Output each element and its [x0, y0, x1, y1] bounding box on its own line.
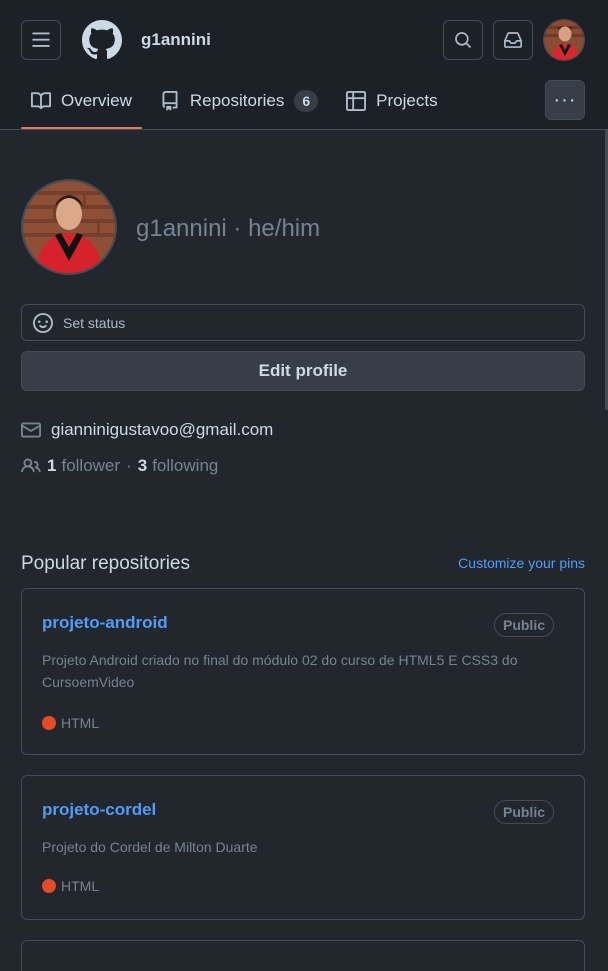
repo-description: Projeto Android criado no final do módul…	[42, 652, 518, 690]
popular-repositories-heading: Popular repositories	[21, 553, 190, 574]
language-color-dot	[42, 879, 56, 893]
book-icon	[31, 92, 51, 110]
inbox-icon	[504, 32, 522, 48]
tab-overview-label: Overview	[61, 91, 132, 110]
followers-label: follower	[61, 456, 121, 475]
set-status-button[interactable]: Set status	[21, 304, 585, 341]
following-label: following	[152, 456, 219, 475]
smiley-icon	[33, 312, 53, 333]
people-icon	[21, 458, 41, 473]
app-header: g1annini Overview Repositories 6 Project…	[0, 0, 608, 130]
profile-name: g1annini · he/him	[136, 215, 321, 242]
set-status-label: Set status	[63, 314, 126, 331]
hamburger-icon	[32, 32, 50, 47]
repo-name-link[interactable]: projeto-android	[42, 613, 168, 633]
language-label: HTML	[61, 715, 100, 731]
repo-icon	[162, 91, 178, 111]
repo-language: HTML	[42, 878, 99, 894]
more-tabs-button[interactable]: ···	[545, 80, 585, 120]
tab-repositories-label: Repositories	[189, 91, 285, 110]
edit-profile-button[interactable]: Edit profile	[21, 351, 585, 391]
email-link[interactable]: gianninigustavoo@gmail.com	[51, 420, 273, 440]
profile-avatar[interactable]	[21, 179, 117, 275]
language-color-dot	[42, 716, 56, 730]
repositories-count-badge: 6	[294, 90, 319, 112]
repo-card	[21, 940, 585, 971]
tab-projects[interactable]: Projects	[336, 80, 447, 122]
repo-description: Projeto do Cordel de Milton Duarte	[42, 839, 258, 855]
inbox-button[interactable]	[493, 20, 533, 60]
following-count: 3	[137, 456, 148, 475]
menu-button[interactable]	[21, 20, 61, 60]
follow-stats: 1 follower · 3 following	[21, 456, 218, 476]
followers-count: 1	[47, 456, 57, 475]
tab-repositories[interactable]: Repositories 6	[150, 80, 328, 122]
table-icon	[346, 91, 367, 111]
repo-language: HTML	[42, 715, 99, 731]
repo-card: projeto-android Public Projeto Android c…	[21, 588, 585, 755]
mail-icon	[21, 422, 41, 438]
search-button[interactable]	[443, 20, 483, 60]
visibility-badge: Public	[493, 800, 554, 824]
tab-projects-label: Projects	[376, 91, 438, 110]
visibility-badge: Public	[493, 613, 554, 637]
following-link[interactable]: 3 following	[138, 456, 219, 476]
profile-tabs: Overview Repositories 6 Projects	[21, 80, 456, 129]
separator: ·	[126, 456, 132, 475]
search-icon	[455, 32, 471, 48]
github-logo[interactable]	[82, 20, 122, 60]
edit-profile-label: Edit profile	[258, 361, 348, 380]
kebab-horizontal-icon: ···	[553, 88, 577, 111]
profile-email: gianninigustavoo@gmail.com	[21, 420, 273, 440]
language-label: HTML	[61, 878, 100, 894]
header-username[interactable]: g1annini	[141, 30, 211, 50]
repo-card: projeto-cordel Public Projeto do Cordel …	[21, 775, 585, 920]
customize-pins-link[interactable]: Customize your pins	[458, 555, 585, 571]
repo-name-link[interactable]: projeto-cordel	[42, 800, 156, 820]
user-avatar-menu[interactable]	[543, 19, 585, 61]
followers-link[interactable]: 1 follower	[47, 456, 120, 476]
tab-overview[interactable]: Overview	[21, 80, 142, 129]
